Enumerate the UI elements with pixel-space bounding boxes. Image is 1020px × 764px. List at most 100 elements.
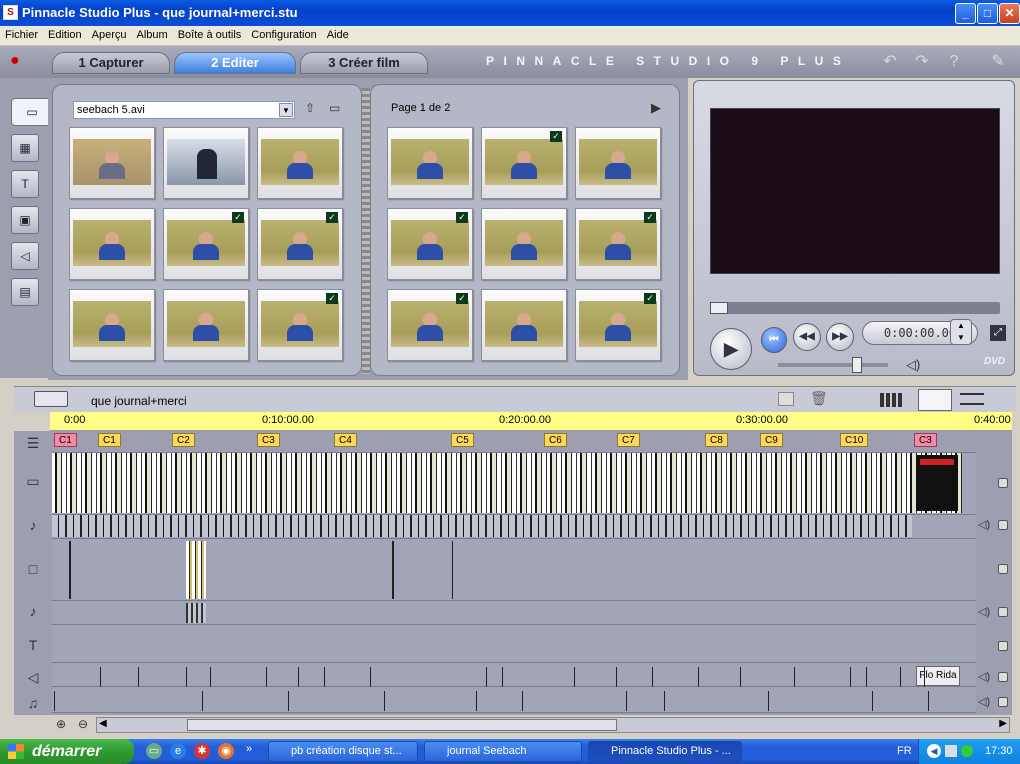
trash-icon[interactable]: 🗑 <box>810 390 828 407</box>
network-icon[interactable] <box>945 745 957 757</box>
scene-thumbnail[interactable]: ✓ <box>481 127 567 199</box>
scene-thumbnail[interactable] <box>387 127 473 199</box>
overlay-clip[interactable] <box>69 541 71 599</box>
sound-clip-divider[interactable] <box>616 667 617 687</box>
music-clip-divider[interactable] <box>664 691 665 711</box>
music-clip-divider[interactable] <box>522 691 523 711</box>
timecode-spinner[interactable]: ▲ ▼ <box>950 319 972 345</box>
mute-speaker-icon[interactable]: ◁) <box>978 695 990 708</box>
sound-clip-divider[interactable] <box>924 667 925 687</box>
close-button[interactable]: ✕ <box>999 3 1020 24</box>
go-to-start-button[interactable]: ⏮ <box>761 327 787 353</box>
overlay-audio-clip[interactable] <box>186 603 206 623</box>
mute-speaker-icon[interactable]: ◁) <box>978 605 990 618</box>
zoom-out-icon[interactable]: ⊖ <box>78 717 88 731</box>
status-icon[interactable] <box>961 745 973 757</box>
timeline-view-icon[interactable] <box>918 389 952 411</box>
music-clip-divider[interactable] <box>384 691 385 711</box>
scene-thumbnail[interactable]: ✓ <box>163 208 249 280</box>
volume-slider[interactable] <box>778 363 888 367</box>
title-lane[interactable] <box>52 625 976 663</box>
sound-clip-label[interactable]: Flo Rida <box>916 666 960 686</box>
sound-clip-divider[interactable] <box>652 667 653 687</box>
settings-wrench-icon[interactable]: ✎ <box>988 52 1008 72</box>
sound-clip-divider[interactable] <box>138 667 139 687</box>
overlay-clip[interactable] <box>452 541 453 599</box>
sound-clip-divider[interactable] <box>502 667 503 687</box>
maximize-button[interactable]: □ <box>977 3 998 24</box>
chapter-marker[interactable]: C3 <box>257 433 280 447</box>
chapter-marker[interactable]: C1 <box>54 433 77 447</box>
sound-clip-divider[interactable] <box>210 667 211 687</box>
chapter-marker[interactable]: C6 <box>544 433 567 447</box>
scene-thumbnail[interactable]: ✓ <box>257 289 343 361</box>
video-clips[interactable] <box>52 453 962 513</box>
menu-apercu[interactable]: Aperçu <box>87 26 132 44</box>
folder-up-icon[interactable]: ⇧ <box>305 101 321 117</box>
sound-clip-divider[interactable] <box>266 667 267 687</box>
more-quicklaunch-icon[interactable]: » <box>246 743 252 755</box>
scrubber-bar[interactable] <box>710 302 1000 314</box>
music-clip-divider[interactable] <box>872 691 873 711</box>
timeline-scrollbar[interactable]: ◀ ▶ <box>96 717 1010 733</box>
storyboard-view-icon[interactable] <box>880 393 904 407</box>
fast-forward-button[interactable]: ▶▶ <box>826 323 854 351</box>
chapter-marker[interactable]: C5 <box>451 433 474 447</box>
music-clip-divider[interactable] <box>928 691 929 711</box>
split-clip-icon[interactable] <box>778 392 794 406</box>
mute-speaker-icon[interactable]: ◁) <box>978 518 990 531</box>
start-button[interactable]: démarrer <box>0 739 134 764</box>
pushpin-icon[interactable]: ● <box>10 52 28 72</box>
music-clip-divider[interactable] <box>54 691 55 711</box>
minimize-button[interactable]: _ <box>955 3 976 24</box>
sound-clip-divider[interactable] <box>574 667 575 687</box>
source-file-select[interactable]: seebach 5.avi ▼ <box>73 101 295 119</box>
scene-thumbnail[interactable] <box>69 208 155 280</box>
menu-fichier[interactable]: Fichier <box>0 26 43 44</box>
sound-clip-divider[interactable] <box>794 667 795 687</box>
chapter-marker[interactable]: C9 <box>760 433 783 447</box>
scene-thumbnail[interactable] <box>163 289 249 361</box>
sound-effects-tool-icon[interactable]: ◁ <box>11 242 39 270</box>
lock-icon[interactable] <box>998 697 1008 707</box>
scrollbar-thumb[interactable] <box>187 719 617 731</box>
sound-clip-divider[interactable] <box>866 667 867 687</box>
menus-tool-icon[interactable]: ▤ <box>11 278 39 306</box>
next-page-icon[interactable]: ▶ <box>651 100 661 116</box>
chapter-marker[interactable]: C4 <box>334 433 357 447</box>
scene-thumbnail[interactable] <box>481 208 567 280</box>
task-pinnacle[interactable]: Pinnacle Studio Plus - ... <box>588 741 742 762</box>
fullscreen-icon[interactable]: ⤢ <box>990 325 1006 341</box>
tab-creer-film[interactable]: 3 Créer film <box>300 52 428 74</box>
language-indicator[interactable]: FR <box>897 745 912 757</box>
scrubber-knob[interactable] <box>710 302 728 314</box>
chapter-marker[interactable]: C10 <box>840 433 869 447</box>
lock-icon[interactable] <box>998 564 1008 574</box>
scene-thumbnail[interactable] <box>481 289 567 361</box>
transitions-tool-icon[interactable]: ▦ <box>11 134 39 162</box>
tray-expand-icon[interactable]: ◀ <box>927 744 941 758</box>
scroll-right-icon[interactable]: ▶ <box>999 718 1007 729</box>
sound-clip-divider[interactable] <box>324 667 325 687</box>
antivirus-icon[interactable]: ✱ <box>194 743 210 759</box>
music-lane[interactable] <box>52 687 976 713</box>
sound-clip-divider[interactable] <box>100 667 101 687</box>
task-folder[interactable]: journal Seebach <box>424 741 582 762</box>
lock-icon[interactable] <box>998 520 1008 530</box>
scene-thumbnail[interactable]: ✓ <box>387 289 473 361</box>
overlay-clip[interactable] <box>392 541 394 599</box>
sound-clip-divider[interactable] <box>900 667 901 687</box>
chapter-marker[interactable]: C7 <box>617 433 640 447</box>
music-clip-divider[interactable] <box>626 691 627 711</box>
sound-clip-divider[interactable] <box>298 667 299 687</box>
menu-edition[interactable]: Edition <box>43 26 87 44</box>
text-view-icon[interactable] <box>960 393 984 405</box>
audio-clips[interactable] <box>52 515 912 537</box>
sound-clip-divider[interactable] <box>850 667 851 687</box>
chapter-marker[interactable]: C2 <box>172 433 195 447</box>
sound-clip-divider[interactable] <box>740 667 741 687</box>
tab-capturer[interactable]: 1 Capturer <box>52 52 170 74</box>
rewind-button[interactable]: ◀◀ <box>793 323 821 351</box>
scene-thumbnail[interactable]: ✓ <box>387 208 473 280</box>
chapter-marker[interactable]: C1 <box>98 433 121 447</box>
